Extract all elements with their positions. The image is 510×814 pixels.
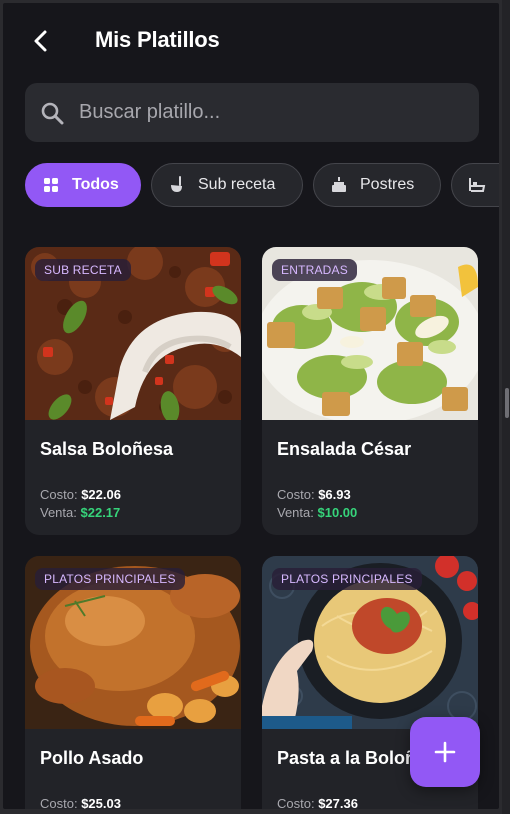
dish-cost: Costo: $27.36 bbox=[277, 796, 358, 809]
sale-label: Venta: bbox=[40, 505, 77, 520]
filter-chip-label: Sub receta bbox=[198, 176, 276, 193]
cost-label: Costo: bbox=[40, 487, 78, 502]
dish-name: Ensalada César bbox=[277, 439, 412, 459]
cost-value: $6.93 bbox=[318, 487, 351, 502]
dish-cost: Costo: $25.03 bbox=[40, 796, 121, 809]
dish-card[interactable]: ENTRADAS Ensalada César Costo: $6.93 Ven… bbox=[262, 247, 478, 535]
search-input[interactable] bbox=[79, 101, 439, 124]
back-button[interactable] bbox=[25, 25, 57, 57]
dish-cost: Costo: $6.93 bbox=[277, 487, 351, 502]
category-badge: PLATOS PRINCIPALES bbox=[35, 568, 185, 590]
dish-cost: Costo: $22.06 bbox=[40, 487, 121, 502]
cost-label: Costo: bbox=[277, 487, 315, 502]
dish-name: Salsa Boloñesa bbox=[40, 439, 174, 459]
cost-value: $22.06 bbox=[81, 487, 121, 502]
dish-name: Pollo Asado bbox=[40, 748, 144, 768]
sale-value: $10.00 bbox=[317, 505, 358, 520]
scrollbar[interactable] bbox=[502, 0, 510, 814]
cake-icon bbox=[328, 174, 350, 196]
category-badge: ENTRADAS bbox=[272, 259, 357, 281]
filter-chips: Todos Sub receta Postres bbox=[25, 163, 499, 209]
category-badge: PLATOS PRINCIPALES bbox=[272, 568, 422, 590]
filter-chip-label: Postres bbox=[360, 176, 415, 193]
sale-label: Venta: bbox=[277, 505, 314, 520]
dish-card[interactable]: PLATOS PRINCIPALES Pollo Asado Costo: $2… bbox=[25, 556, 241, 809]
plus-icon bbox=[434, 741, 456, 763]
app-screen: Mis Platillos Todos bbox=[3, 3, 499, 809]
dish-card[interactable]: SUB RECETA Salsa Boloñesa Costo: $22.06 … bbox=[25, 247, 241, 535]
chevron-left-icon bbox=[34, 30, 47, 52]
ladle-icon bbox=[166, 174, 188, 196]
bathtub-icon bbox=[466, 174, 488, 196]
filter-chip-label: Todos bbox=[72, 176, 119, 193]
category-badge: SUB RECETA bbox=[35, 259, 131, 281]
sale-value: $22.17 bbox=[80, 505, 121, 520]
cost-label: Costo: bbox=[277, 796, 315, 809]
search-bar[interactable] bbox=[25, 83, 479, 142]
dish-sale: Venta: $10.00 bbox=[277, 505, 357, 520]
grid-icon bbox=[40, 174, 62, 196]
header: Mis Platillos bbox=[3, 3, 499, 79]
dish-sale: Venta: $22.17 bbox=[40, 505, 120, 520]
dish-name: Pasta a la Boloñ bbox=[277, 748, 417, 768]
filter-chip-more[interactable] bbox=[451, 163, 499, 207]
scrollbar-thumb[interactable] bbox=[505, 388, 509, 418]
filter-chip-todos[interactable]: Todos bbox=[25, 163, 141, 207]
filter-chip-postres[interactable]: Postres bbox=[313, 163, 441, 207]
filter-chip-sub-receta[interactable]: Sub receta bbox=[151, 163, 303, 207]
search-icon bbox=[39, 100, 65, 126]
cost-value: $25.03 bbox=[81, 796, 121, 809]
cost-label: Costo: bbox=[40, 796, 78, 809]
cost-value: $27.36 bbox=[318, 796, 358, 809]
page-title: Mis Platillos bbox=[95, 27, 220, 52]
add-dish-button[interactable] bbox=[410, 717, 480, 787]
